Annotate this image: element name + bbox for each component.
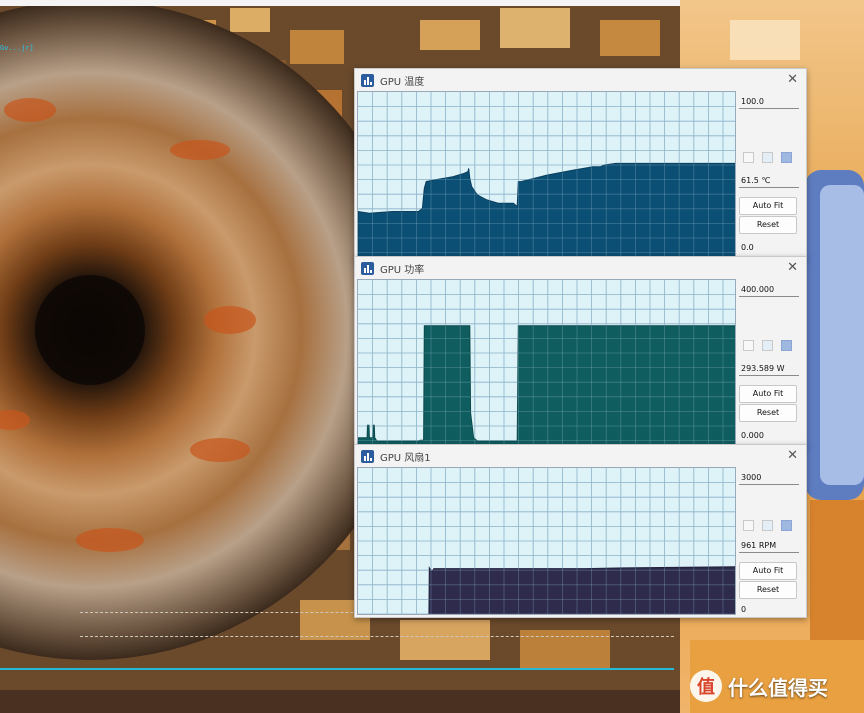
window-title: GPU 风扇1 bbox=[380, 452, 431, 464]
option-checkbox[interactable] bbox=[781, 340, 792, 351]
watermark-logo-icon: 值 bbox=[690, 670, 722, 702]
background-window-label: Gv...jr] bbox=[0, 44, 34, 52]
reset-button[interactable]: Reset bbox=[739, 216, 797, 234]
top-window-edge bbox=[0, 0, 680, 6]
power-area-chart bbox=[358, 280, 735, 444]
watermark-text: 什么值得买 bbox=[728, 675, 828, 700]
reset-button[interactable]: Reset bbox=[739, 404, 797, 422]
min-value-label: 0.000 bbox=[739, 429, 799, 442]
sensor-graph bbox=[357, 467, 736, 615]
window-title: GPU 温度 bbox=[380, 76, 425, 88]
current-value-label: 61.5 ℃ bbox=[739, 174, 799, 188]
option-checkbox[interactable] bbox=[762, 340, 773, 351]
graph-controls: 100.0 61.5 ℃ Auto Fit Reset 0.0 bbox=[739, 91, 801, 257]
option-checkbox[interactable] bbox=[743, 520, 754, 531]
close-icon[interactable]: ✕ bbox=[787, 260, 798, 276]
fan-speed-area-chart bbox=[358, 468, 735, 614]
graph-controls: 400.000 293.589 W Auto Fit Reset 0.000 bbox=[739, 279, 801, 445]
gpu-power-window[interactable]: GPU 功率 ✕ 400.000 293.589 W Auto Fit Rese… bbox=[354, 256, 807, 447]
auto-fit-button[interactable]: Auto Fit bbox=[739, 385, 797, 403]
window-titlebar[interactable]: GPU 温度 ✕ bbox=[355, 69, 806, 91]
window-titlebar[interactable]: GPU 风扇1 ✕ bbox=[355, 445, 806, 467]
site-watermark: 值 什么值得买 bbox=[690, 670, 828, 702]
option-checkbox[interactable] bbox=[743, 340, 754, 351]
temperature-area-chart bbox=[358, 92, 735, 256]
monitor-app-icon bbox=[361, 449, 374, 463]
graph-controls: 3000 961 RPM Auto Fit Reset 0 bbox=[739, 467, 801, 633]
max-value-label: 3000 bbox=[739, 471, 799, 485]
current-value-label: 961 RPM bbox=[739, 539, 799, 553]
option-checkbox[interactable] bbox=[781, 152, 792, 163]
option-checkbox[interactable] bbox=[743, 152, 754, 163]
min-value-label: 0 bbox=[739, 603, 799, 616]
max-value-label: 100.0 bbox=[739, 95, 799, 109]
monitor-app-icon bbox=[361, 261, 374, 275]
window-title: GPU 功率 bbox=[380, 264, 425, 276]
close-icon[interactable]: ✕ bbox=[787, 72, 798, 88]
gpu-fan-window[interactable]: GPU 风扇1 ✕ 3000 961 RPM Auto Fit Reset 0 bbox=[354, 444, 807, 618]
max-value-label: 400.000 bbox=[739, 283, 799, 297]
reset-button[interactable]: Reset bbox=[739, 581, 797, 599]
close-icon[interactable]: ✕ bbox=[787, 448, 798, 464]
current-value-label: 293.589 W bbox=[739, 362, 799, 376]
option-checkbox[interactable] bbox=[781, 520, 792, 531]
auto-fit-button[interactable]: Auto Fit bbox=[739, 562, 797, 580]
option-checkbox[interactable] bbox=[762, 152, 773, 163]
background-progress-line bbox=[0, 668, 674, 670]
sensor-graph bbox=[357, 279, 736, 445]
monitor-app-icon bbox=[361, 73, 374, 87]
gpu-temperature-window[interactable]: GPU 温度 ✕ 100.0 61.5 ℃ Auto Fit Reset 0.0 bbox=[354, 68, 807, 259]
min-value-label: 0.0 bbox=[739, 241, 799, 254]
window-titlebar[interactable]: GPU 功率 ✕ bbox=[355, 257, 806, 279]
sensor-graph bbox=[357, 91, 736, 257]
auto-fit-button[interactable]: Auto Fit bbox=[739, 197, 797, 215]
dashed-guide-line bbox=[80, 636, 674, 637]
option-checkbox[interactable] bbox=[762, 520, 773, 531]
